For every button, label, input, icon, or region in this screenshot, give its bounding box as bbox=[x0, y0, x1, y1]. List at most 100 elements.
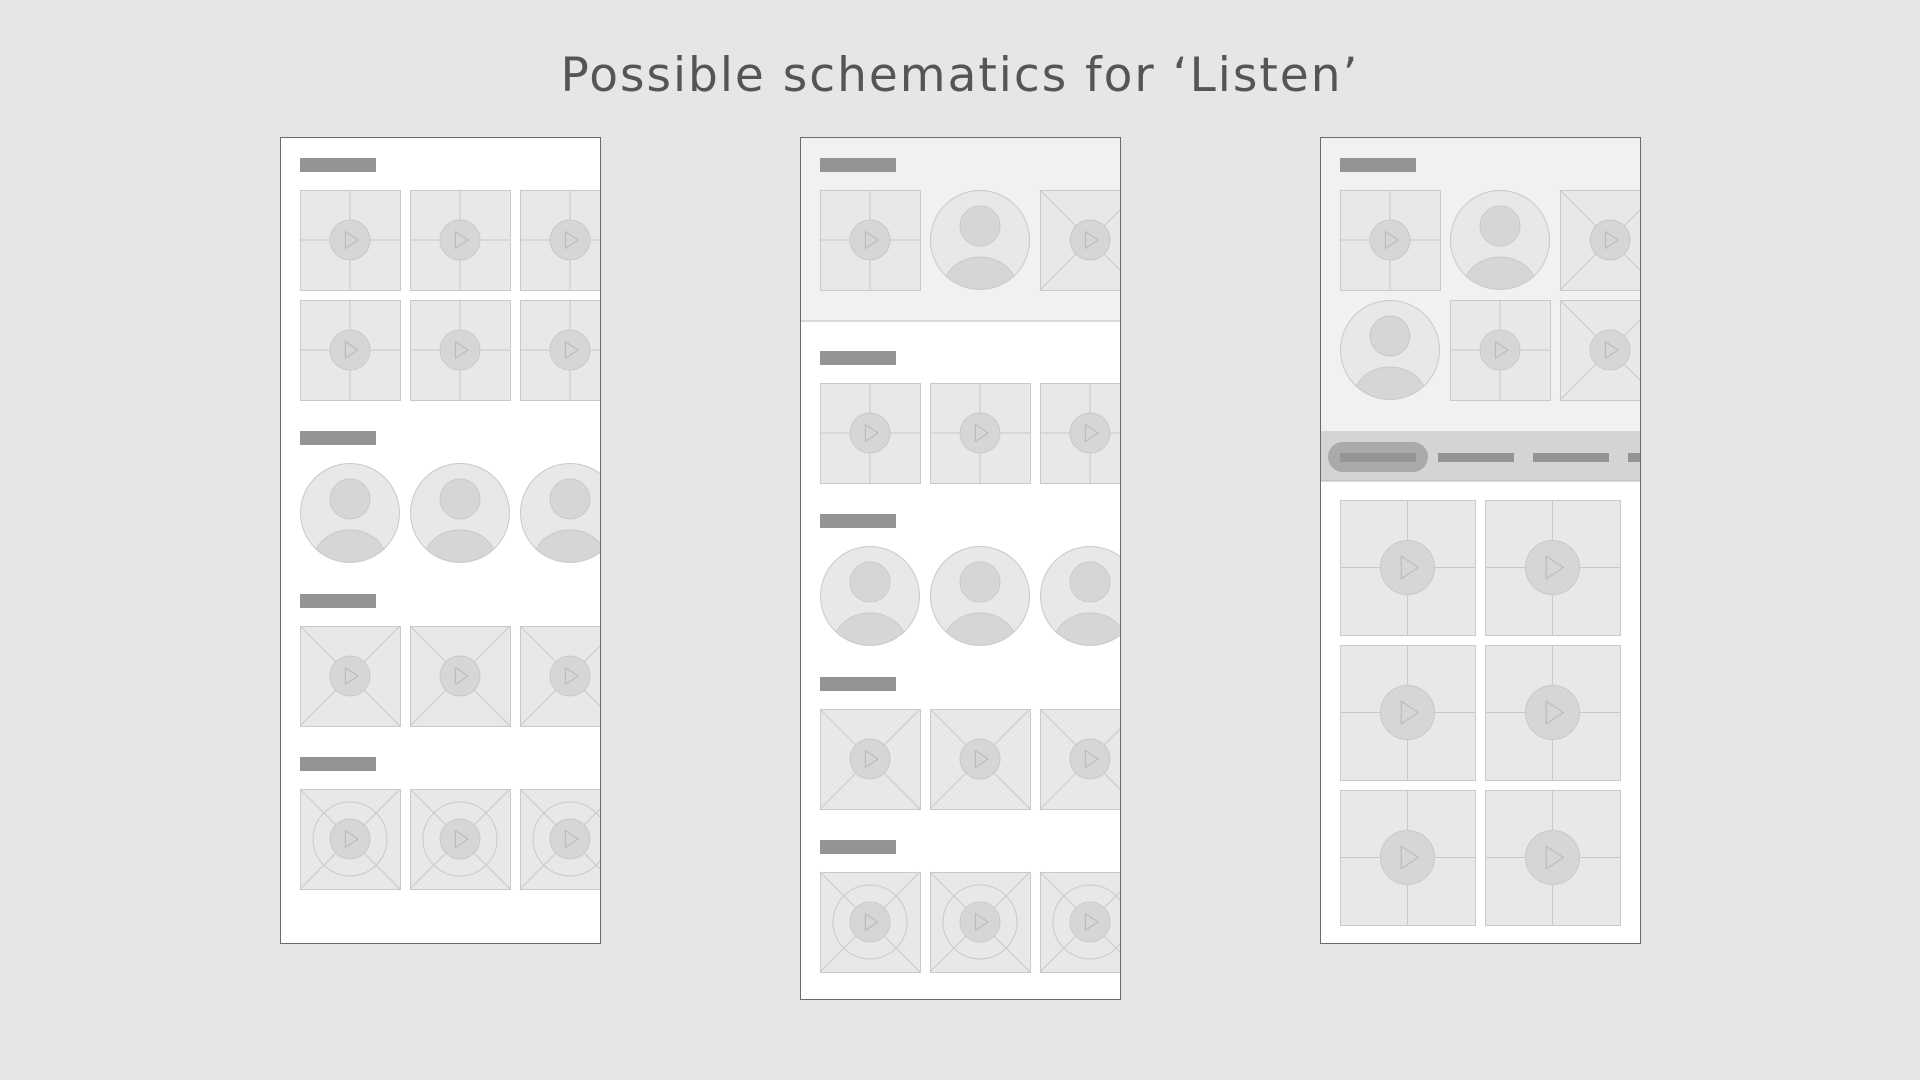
play-circle bbox=[1369, 219, 1411, 261]
play-circle bbox=[439, 818, 481, 860]
section-header-bar bbox=[820, 514, 896, 528]
play-circle bbox=[849, 901, 891, 943]
play-circle bbox=[1525, 830, 1580, 885]
grid-play-tile bbox=[410, 190, 511, 291]
schematic-2-canvas bbox=[801, 138, 1120, 973]
avatar-head bbox=[549, 478, 591, 520]
cross-play-tile bbox=[1039, 189, 1120, 291]
avatar-body bbox=[1053, 612, 1120, 646]
play-circle bbox=[1589, 219, 1631, 261]
avatar-icon bbox=[820, 546, 920, 646]
play-circle bbox=[329, 818, 371, 860]
play-circle bbox=[549, 329, 591, 371]
play-circle bbox=[439, 219, 481, 261]
play-circle bbox=[439, 329, 481, 371]
play-circle bbox=[849, 219, 891, 261]
play-circle bbox=[1380, 685, 1435, 740]
cross-play-tile bbox=[1559, 299, 1640, 401]
section-header-bar bbox=[300, 158, 376, 172]
cross-play-tile bbox=[819, 708, 921, 810]
play-circle bbox=[329, 655, 371, 697]
grid-play-tile bbox=[300, 300, 401, 401]
grid-play-tile bbox=[1485, 500, 1621, 636]
avatar-body bbox=[313, 529, 387, 563]
circle-cross-play-tile bbox=[519, 788, 600, 890]
play-circle bbox=[329, 219, 371, 261]
play-circle bbox=[1069, 901, 1111, 943]
play-circle bbox=[549, 655, 591, 697]
section-header-bar bbox=[820, 158, 896, 172]
play-circle bbox=[1069, 738, 1111, 780]
grid-play-tile bbox=[410, 300, 511, 401]
avatar-icon bbox=[300, 463, 400, 563]
avatar-head bbox=[959, 561, 1001, 603]
grid-play-tile bbox=[1340, 645, 1476, 781]
circle-cross-play-tile bbox=[409, 788, 511, 890]
avatar-head bbox=[439, 478, 481, 520]
play-circle bbox=[1069, 219, 1111, 261]
avatar-head bbox=[1369, 315, 1411, 357]
circle-cross-play-tile bbox=[819, 871, 921, 973]
play-circle bbox=[1525, 685, 1580, 740]
play-circle bbox=[1380, 540, 1435, 595]
grid-play-tile bbox=[1485, 645, 1621, 781]
play-circle bbox=[549, 219, 591, 261]
avatar-icon bbox=[930, 546, 1030, 646]
grid-play-tile bbox=[820, 383, 921, 484]
grid-play-tile bbox=[520, 300, 600, 401]
circle-cross-play-tile bbox=[299, 788, 401, 890]
page-title: Possible schematics for ‘Listen’ bbox=[560, 48, 1360, 103]
tab-label-bar bbox=[1438, 453, 1514, 462]
play-circle bbox=[1525, 540, 1580, 595]
section-header-bar bbox=[300, 431, 376, 445]
section-header-bar bbox=[820, 351, 896, 365]
section-header-bar bbox=[820, 840, 896, 854]
avatar-head bbox=[959, 205, 1001, 247]
grid-play-tile bbox=[1340, 790, 1476, 926]
avatar-body bbox=[423, 529, 497, 563]
circle-cross-play-tile bbox=[929, 871, 1031, 973]
avatar-head bbox=[1479, 205, 1521, 247]
play-circle bbox=[1380, 830, 1435, 885]
section-header-bar bbox=[300, 757, 376, 771]
grid-play-tile bbox=[1340, 500, 1476, 636]
avatar-head bbox=[849, 561, 891, 603]
play-circle bbox=[849, 412, 891, 454]
grid-play-tile bbox=[1340, 190, 1441, 291]
grid-play-tile bbox=[1040, 383, 1120, 484]
grid-play-tile bbox=[1450, 300, 1551, 401]
avatar-head bbox=[1069, 561, 1111, 603]
cross-play-tile bbox=[1039, 708, 1120, 810]
cross-play-tile bbox=[519, 625, 600, 727]
avatar-head bbox=[329, 478, 371, 520]
avatar-icon bbox=[1040, 546, 1120, 646]
avatar-icon bbox=[520, 463, 600, 563]
grid-play-tile bbox=[300, 190, 401, 291]
play-circle bbox=[959, 412, 1001, 454]
schematic-3-canvas bbox=[1321, 138, 1640, 926]
schematic-frame-3 bbox=[1320, 137, 1641, 944]
tab-label-bar bbox=[1340, 453, 1416, 462]
avatar-icon bbox=[410, 463, 510, 563]
play-circle bbox=[849, 738, 891, 780]
section-header-bar bbox=[820, 677, 896, 691]
tab-label-bar bbox=[1533, 453, 1609, 462]
cross-play-tile bbox=[1559, 189, 1640, 291]
play-circle bbox=[959, 901, 1001, 943]
schematic-1-canvas bbox=[299, 158, 600, 890]
section-header-bar bbox=[300, 594, 376, 608]
grid-play-tile bbox=[820, 190, 921, 291]
circle-cross-play-tile bbox=[1039, 871, 1120, 973]
avatar-body bbox=[833, 612, 907, 646]
tab-label-bar bbox=[1628, 453, 1640, 462]
play-circle bbox=[959, 738, 1001, 780]
grid-play-tile bbox=[520, 190, 600, 291]
play-circle bbox=[549, 818, 591, 860]
section-header-bar bbox=[1340, 158, 1416, 172]
play-circle bbox=[329, 329, 371, 371]
schematic-frame-2 bbox=[800, 137, 1121, 1000]
grid-play-tile bbox=[1485, 790, 1621, 926]
play-circle bbox=[1069, 412, 1111, 454]
cross-play-tile bbox=[409, 625, 511, 727]
avatar-body bbox=[943, 612, 1017, 646]
